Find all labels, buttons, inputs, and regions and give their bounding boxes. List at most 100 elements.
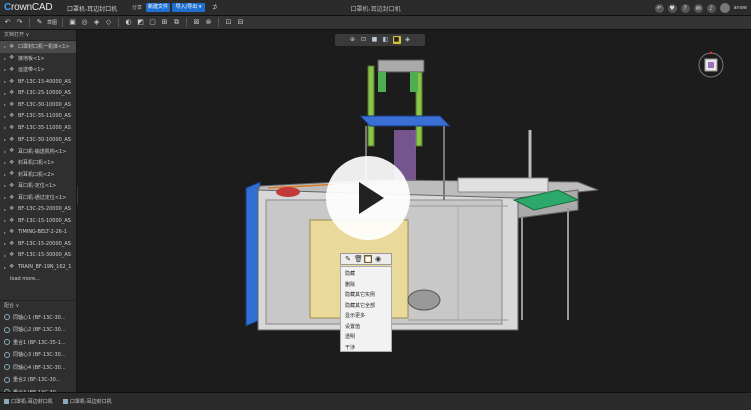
sketch-label[interactable]: 草图	[47, 19, 57, 26]
app-logo[interactable]: CrownCAD	[4, 2, 53, 13]
tree-item-label: 接地板<1>	[18, 55, 45, 62]
tree-item[interactable]: ▸ ❖ 耳口机-定位<1>	[0, 180, 76, 192]
tree-item[interactable]: ▸ ❖ BF-13C-35-11000_AS	[0, 111, 76, 123]
zoom-icon[interactable]: ⊕	[349, 36, 357, 44]
load-more-link[interactable]: load more...	[0, 273, 76, 285]
mate-item[interactable]: 重合2 (BF-13C-30...	[0, 374, 77, 387]
revolve-icon[interactable]: ◎	[80, 18, 89, 27]
redo-icon[interactable]: ↷	[15, 18, 24, 27]
shading-icon[interactable]: ■	[371, 36, 379, 44]
mirror-icon[interactable]: ⧉	[172, 18, 181, 27]
extrude-icon[interactable]: ▣	[68, 18, 77, 27]
pin-icon[interactable]: ⊅	[212, 3, 218, 11]
help-icon[interactable]: ?	[680, 3, 690, 13]
machine-model[interactable]	[78, 30, 751, 392]
tree-item[interactable]: ▸ ❖ 口罩封口机一机体<1>	[0, 41, 76, 53]
mate-icon	[4, 351, 10, 358]
part-icon: ❖	[9, 123, 15, 131]
part-icon: ❖	[9, 205, 15, 213]
tree-item[interactable]: ▸ ❖ TRAIN_BF-19N_162_1	[0, 261, 76, 273]
video-play-button[interactable]	[326, 156, 410, 240]
part-icon: ❖	[9, 147, 15, 155]
undo-icon[interactable]: ↶	[3, 18, 12, 27]
back-icon[interactable]: ↶	[654, 3, 664, 13]
appearance-icon[interactable]: ■	[364, 255, 372, 263]
tree-item[interactable]: ▸ ❖ BF-13C-25-20000_AS	[0, 203, 76, 215]
pattern-icon[interactable]: ⊞	[160, 18, 169, 27]
mate-item[interactable]: 同轴心2 (BF-13C-30...	[0, 324, 77, 337]
render-mode-icon[interactable]: ■	[392, 36, 401, 44]
document-name[interactable]: 口罩机-耳边封口机	[67, 4, 117, 13]
tree-item[interactable]: ▸ ❖ 耳口机-输送机构<1>	[0, 145, 76, 157]
tree-item[interactable]: ▸ ❖ 接地板<1>	[0, 53, 76, 65]
tree-item[interactable]: ▸ ❖ BF-13C-15-30000_AS	[0, 250, 76, 262]
tree-item[interactable]: ▸ ❖ BF-13C-30-10000_AS	[0, 99, 76, 111]
tree-item-label: 耳口机-输送机构<1>	[18, 148, 67, 155]
tree-list: ▸ ❖ 口罩封口机一机体<1> ▸ ❖ 接地板<1> ▸ ❖ 运送带<1> ▸ ❖ BF-13C-15…	[0, 41, 76, 284]
section-icon[interactable]: ⊟	[236, 18, 245, 27]
notification-icon[interactable]: ♪	[706, 3, 716, 13]
context-menu-item[interactable]: 设置值	[341, 322, 391, 333]
message-icon[interactable]: ✉	[693, 3, 703, 13]
user-name[interactable]: anwe	[734, 5, 747, 11]
context-menu-item[interactable]: 显示更多	[341, 311, 391, 322]
mate-item[interactable]: 重合1 (BF-13C-35-1...	[0, 336, 77, 349]
tree-item-label: 封耳机口机<1>	[18, 160, 55, 167]
context-menu-item[interactable]: 隐藏其它全部	[341, 301, 391, 312]
fillet-icon[interactable]: ◐	[124, 18, 133, 27]
import-export-button[interactable]: 导入/导出 ▾	[172, 3, 205, 12]
new-document-button[interactable]: 新建文件	[146, 3, 170, 12]
toolbar-divider	[118, 18, 120, 27]
part-icon: ❖	[9, 228, 15, 236]
context-menu-item[interactable]: 干涉	[341, 343, 391, 354]
delete-icon[interactable]: 🗑	[354, 255, 363, 263]
measure-icon[interactable]: ⊡	[224, 18, 233, 27]
tree-item[interactable]: ▸ ❖ 运送带<1>	[0, 64, 76, 76]
tree-item[interactable]: ▸ ❖ BF-13C-30-10000_AS	[0, 134, 76, 146]
tree-item[interactable]: ▸ ❖ BF-13C-25-10000_AS	[0, 87, 76, 99]
mate-icon[interactable]: ⊗	[204, 18, 213, 27]
part-icon: ❖	[9, 263, 15, 271]
visibility-icon[interactable]: ◉	[374, 255, 382, 263]
tree-item[interactable]: ▸ ❖ BF-13C-35-11000_AS	[0, 122, 76, 134]
tree-item-label: 封耳机口机<2>	[18, 171, 55, 178]
mate-item[interactable]: 同轴心3 (BF-13C-30...	[0, 349, 77, 362]
tree-item[interactable]: ▸ ❖ BF-13C-15-40000_AS	[0, 76, 76, 88]
tree-header[interactable]: 文档打开 ∨	[0, 30, 76, 41]
mate-item-label: 同轴心4 (BF-13C-30...	[13, 364, 66, 371]
tree-item-label: BF-13C-35-11000_AS	[18, 124, 71, 131]
part-icon: ❖	[9, 89, 15, 97]
tree-item[interactable]: ▸ ❖ 耳口机-通过定位<1>	[0, 192, 76, 204]
view-orientation-icon[interactable]: ◈	[404, 36, 412, 44]
edit-icon[interactable]: ✎	[344, 255, 352, 263]
context-menu-item[interactable]: 删除	[341, 280, 391, 291]
context-menu-item[interactable]: 隐藏	[341, 269, 391, 280]
mate-item-label: 重合1 (BF-13C-35-1...	[13, 339, 66, 346]
loft-icon[interactable]: ◇	[104, 18, 113, 27]
share-button[interactable]: 分享	[132, 4, 142, 11]
fit-icon[interactable]: ⊡	[360, 36, 368, 44]
view-cube[interactable]	[696, 50, 726, 80]
shell-icon[interactable]: ▢	[148, 18, 157, 27]
document-tab-2[interactable]: 口罩机-耳边封口机	[62, 398, 112, 405]
tree-item[interactable]: ▸ ❖ 封耳机口机<1>	[0, 157, 76, 169]
tree-item[interactable]: ▸ ❖ 封耳机口机<2>	[0, 169, 76, 181]
chamfer-icon[interactable]: ◩	[136, 18, 145, 27]
sketch-icon[interactable]: ✎	[35, 18, 44, 27]
like-icon[interactable]: ♥	[667, 3, 677, 13]
mate-item[interactable]: 同轴心1 (BF-13C-30...	[0, 311, 77, 324]
tree-item[interactable]: ▸ ❖ BF-13C-15-10000_AS	[0, 215, 76, 227]
sweep-icon[interactable]: ◈	[92, 18, 101, 27]
avatar[interactable]	[719, 3, 730, 13]
3d-viewport[interactable]: ⊕ ⊡ ■ ◧ ■ ◈ ✎ 🗑 ■ ◉ 隐藏 删除 隐藏其它实例 隐藏其它全部 显示更多…	[78, 30, 751, 392]
mate-item[interactable]: 同轴心4 (BF-13C-30...	[0, 361, 77, 374]
toolbar-divider	[29, 18, 30, 27]
tree-item[interactable]: ▸ ❖ TIMING-BELT-2-26-1	[0, 227, 76, 239]
section-view-icon[interactable]: ◧	[382, 36, 390, 44]
tree-item[interactable]: ▸ ❖ BF-13C-15-20000_AS	[0, 238, 76, 250]
context-menu-item[interactable]: 隐藏其它实例	[341, 290, 391, 301]
document-tab-1[interactable]: 口罩机-耳边封口机	[4, 398, 53, 405]
mates-header[interactable]: 配合 ∨	[0, 300, 77, 310]
assembly-icon[interactable]: ⊠	[192, 18, 201, 27]
context-menu-item[interactable]: 透明	[341, 332, 391, 343]
